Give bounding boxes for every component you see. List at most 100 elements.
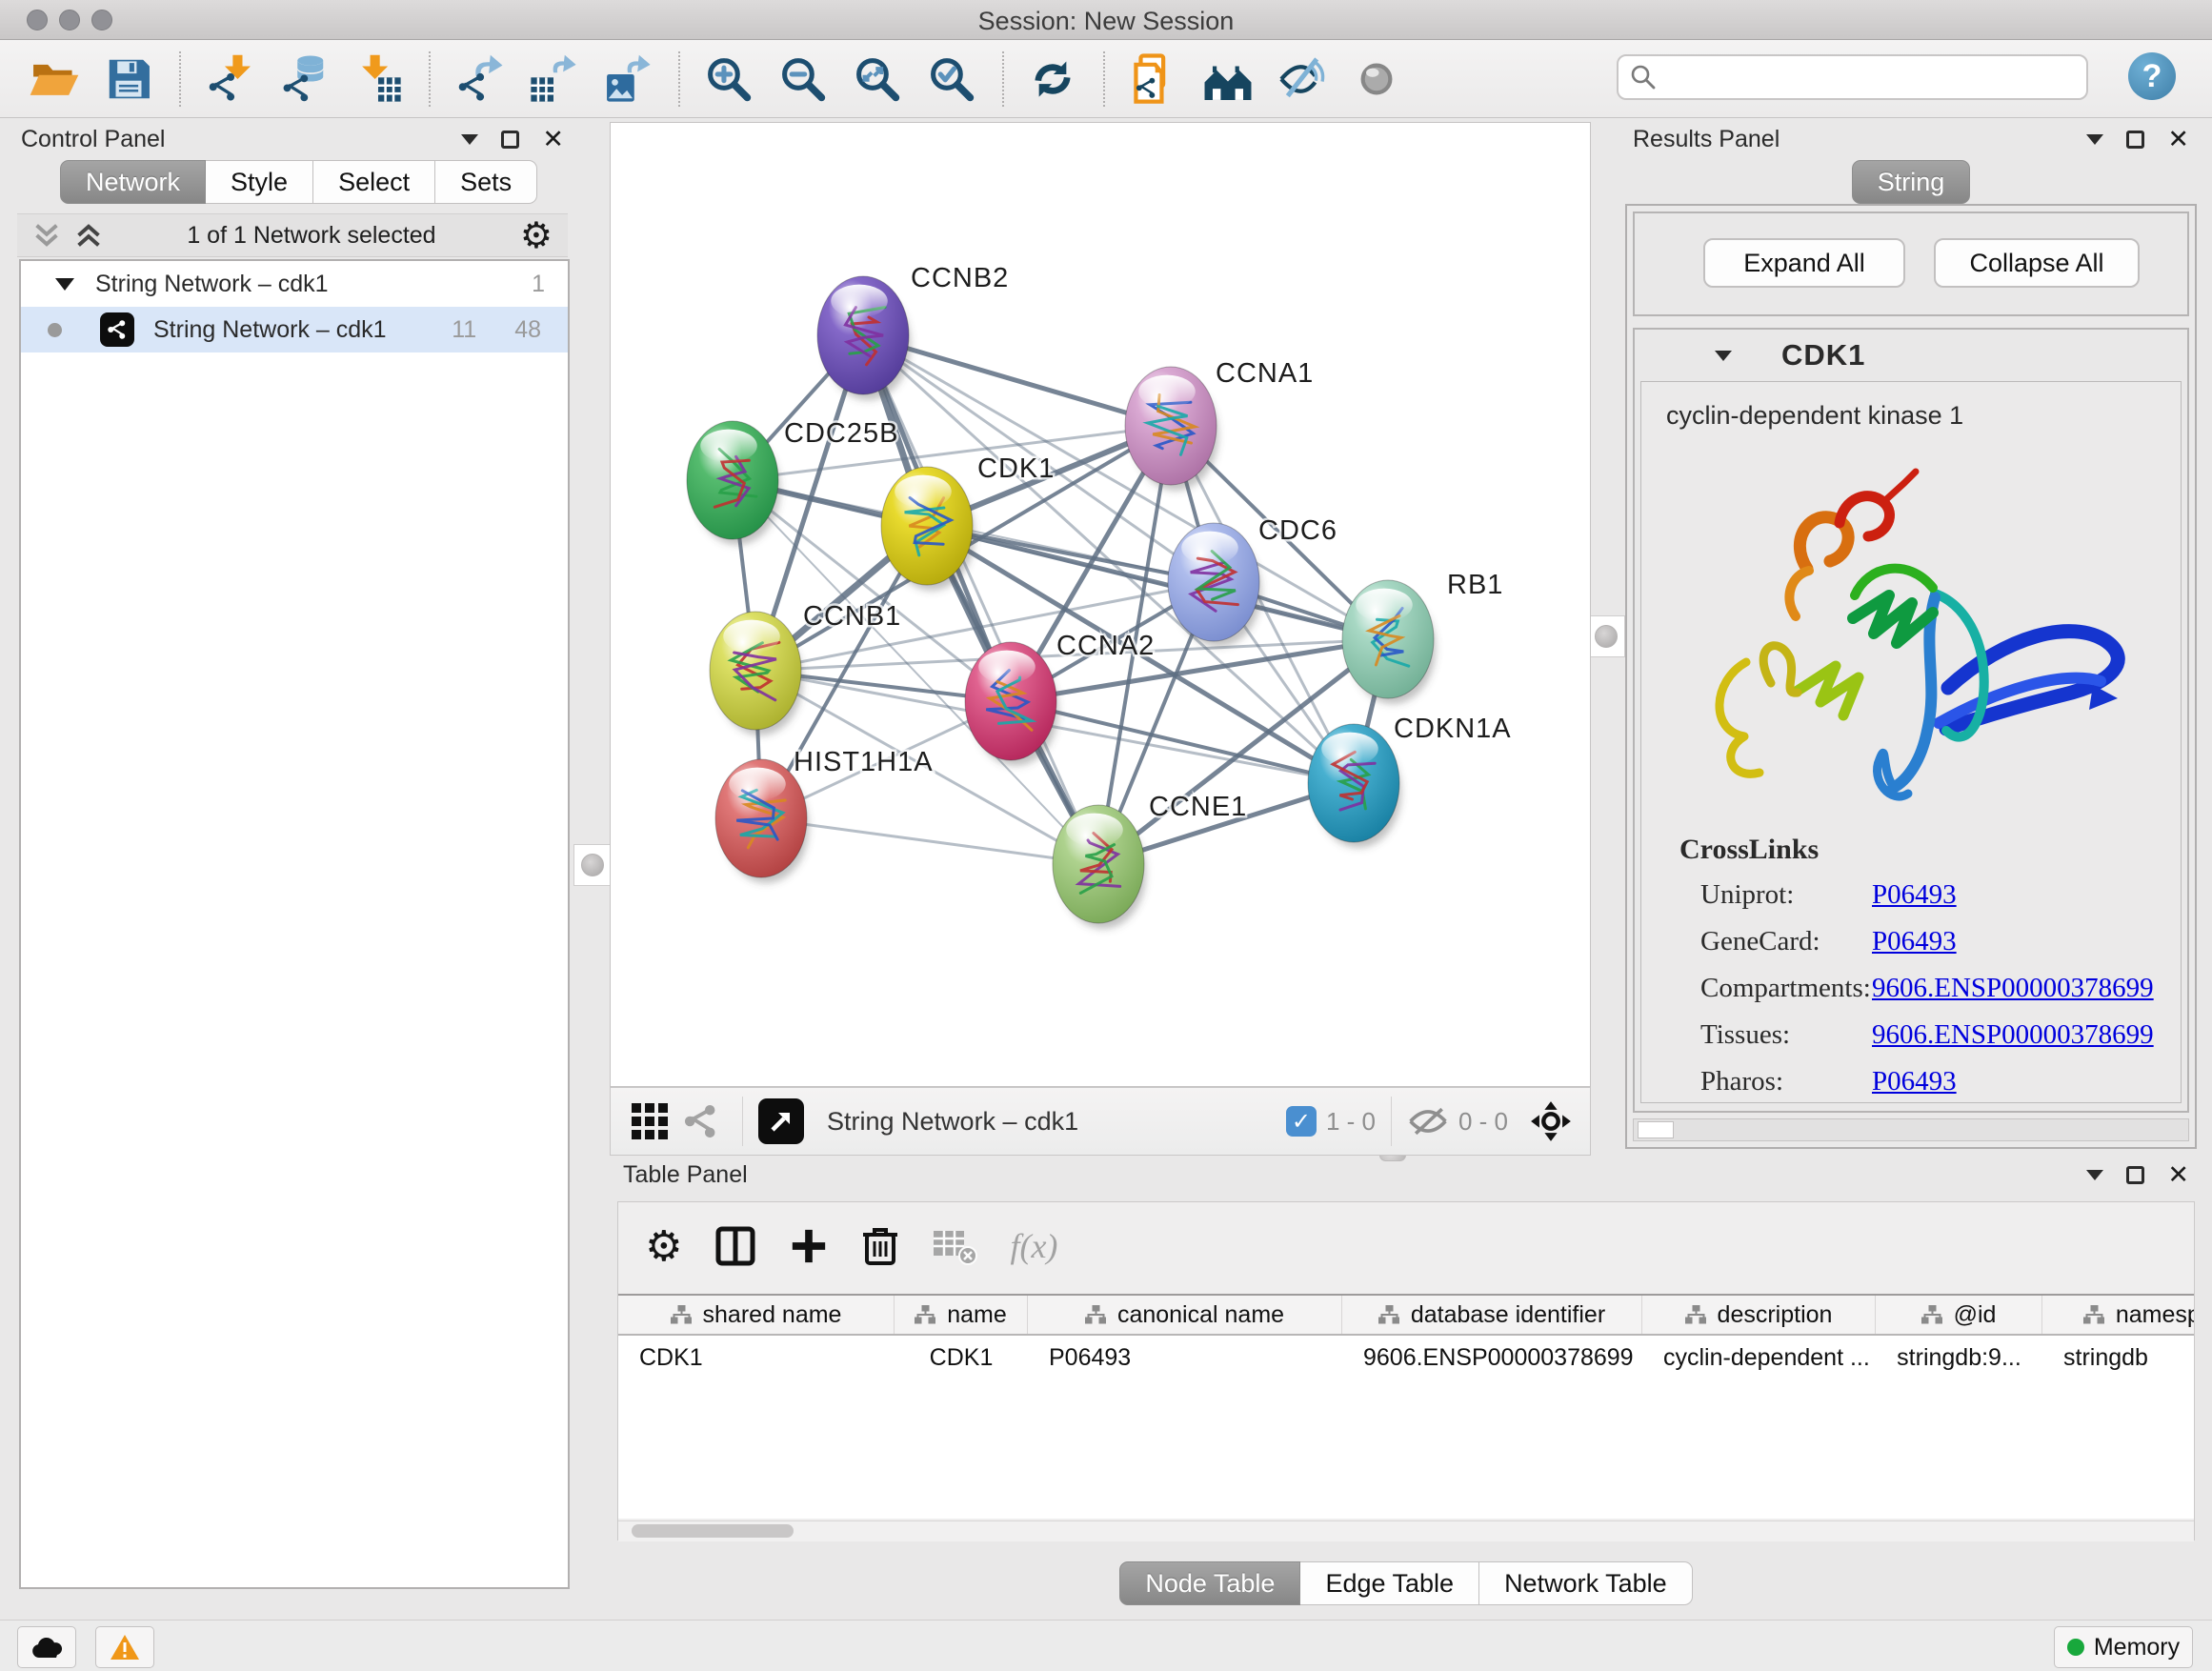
table-scrollbar[interactable] xyxy=(618,1520,2194,1541)
memory-button[interactable]: Memory xyxy=(2054,1626,2193,1668)
zoom-fit-icon[interactable] xyxy=(848,50,907,109)
panel-menu-icon[interactable] xyxy=(2086,1170,2103,1180)
add-column-icon[interactable] xyxy=(789,1226,829,1266)
export-view-icon[interactable] xyxy=(758,1098,804,1144)
cell-canonicalname[interactable]: P06493 xyxy=(1028,1344,1342,1372)
export-table-icon[interactable] xyxy=(524,50,583,109)
panel-float-icon[interactable] xyxy=(501,131,519,149)
crosslink-link[interactable]: 9606.ENSP00000378699 xyxy=(1872,1019,2154,1051)
table-row[interactable]: CDK1CDK1P064939606.ENSP00000378699cyclin… xyxy=(618,1336,2194,1379)
panel-float-icon[interactable] xyxy=(2126,1166,2144,1184)
delete-column-icon[interactable] xyxy=(861,1225,899,1267)
network-node-CCNA2[interactable] xyxy=(965,642,1058,766)
collapse-all-icon[interactable] xyxy=(32,221,61,250)
network-edge[interactable] xyxy=(761,818,1098,864)
tab-sets[interactable]: Sets xyxy=(435,160,537,204)
network-edge[interactable] xyxy=(1011,701,1354,783)
column-header-name[interactable]: name xyxy=(895,1296,1028,1334)
show-eye-icon[interactable] xyxy=(1347,50,1406,109)
home-icon[interactable] xyxy=(1198,50,1257,109)
panel-menu-icon[interactable] xyxy=(461,134,478,145)
import-network-icon[interactable] xyxy=(200,50,259,109)
left-splitter-grip[interactable] xyxy=(573,844,612,886)
cell-namespace[interactable]: stringdb xyxy=(2042,1344,2194,1372)
search-box[interactable] xyxy=(1617,54,2088,100)
network-node-CDK1[interactable] xyxy=(881,467,975,591)
network-node-CCNB1[interactable] xyxy=(710,612,803,735)
network-edge[interactable] xyxy=(863,335,1098,864)
tab-string[interactable]: String xyxy=(1852,160,1971,204)
collapse-all-button[interactable]: Collapse All xyxy=(1934,238,2140,288)
panel-close-icon[interactable]: ✕ xyxy=(2167,1162,2189,1188)
open-file-icon[interactable] xyxy=(25,50,84,109)
refresh-icon[interactable] xyxy=(1023,50,1082,109)
cell-sharedname[interactable]: CDK1 xyxy=(618,1344,895,1372)
column-header-id[interactable]: @id xyxy=(1876,1296,2042,1334)
selected-checkbox-icon[interactable]: ✓ xyxy=(1286,1106,1317,1137)
birds-eye-view-icon[interactable] xyxy=(624,1096,675,1147)
import-table-icon[interactable] xyxy=(349,50,408,109)
network-node-CCNA1[interactable] xyxy=(1125,367,1218,491)
zoom-selected-icon[interactable] xyxy=(922,50,981,109)
column-header-canonicalname[interactable]: canonical name xyxy=(1028,1296,1342,1334)
network-row[interactable]: String Network – cdk1 11 48 xyxy=(21,307,568,352)
save-session-icon[interactable] xyxy=(99,50,158,109)
cell-name[interactable]: CDK1 xyxy=(895,1344,1028,1372)
entry-collapse-icon[interactable] xyxy=(1715,351,1732,361)
crosslink-link[interactable]: P06493 xyxy=(1872,1066,1957,1097)
search-input[interactable] xyxy=(1657,64,2057,91)
table-gear-icon[interactable]: ⚙ xyxy=(645,1222,682,1271)
tab-network[interactable]: Network xyxy=(60,160,206,204)
pan-crosshair-icon[interactable] xyxy=(1525,1096,1577,1147)
crosslink-link[interactable]: 9606.ENSP00000378699 xyxy=(1872,973,2154,1004)
warning-icon[interactable] xyxy=(95,1626,154,1668)
show-columns-icon[interactable] xyxy=(714,1225,756,1267)
column-header-sharedname[interactable]: shared name xyxy=(618,1296,895,1334)
cell-description[interactable]: cyclin-dependent ... xyxy=(1642,1344,1876,1372)
crosslink-link[interactable]: P06493 xyxy=(1872,926,1957,957)
column-header-namespace[interactable]: namespace xyxy=(2042,1296,2194,1334)
network-share-icon[interactable] xyxy=(675,1096,727,1147)
zoom-out-icon[interactable] xyxy=(774,50,833,109)
tab-style[interactable]: Style xyxy=(206,160,313,204)
table-panel-header: Table Panel ✕ xyxy=(610,1158,2202,1192)
network-node-CCNE1[interactable] xyxy=(1053,805,1146,929)
column-header-databaseidentifier[interactable]: database identifier xyxy=(1342,1296,1642,1334)
cloud-icon[interactable] xyxy=(17,1626,76,1668)
help-icon[interactable]: ? xyxy=(2128,52,2176,100)
tab-network-table[interactable]: Network Table xyxy=(1479,1561,1693,1605)
results-scrollbar[interactable] xyxy=(1633,1118,2189,1141)
crosslink-link[interactable]: P06493 xyxy=(1872,879,1957,911)
cell-databaseidentifier[interactable]: 9606.ENSP00000378699 xyxy=(1342,1344,1642,1372)
network-node-CDKN1A[interactable] xyxy=(1308,724,1401,848)
network-node-CDC6[interactable] xyxy=(1168,523,1261,647)
panel-float-icon[interactable] xyxy=(2126,131,2144,149)
import-database-icon[interactable] xyxy=(274,50,333,109)
network-node-CCNB2[interactable] xyxy=(817,276,911,400)
tab-edge-table[interactable]: Edge Table xyxy=(1300,1561,1479,1605)
network-collection-row[interactable]: String Network – cdk1 1 xyxy=(21,261,568,307)
network-node-CDC25B[interactable] xyxy=(687,421,780,545)
panel-close-icon[interactable]: ✕ xyxy=(2167,127,2189,152)
network-node-RB1[interactable] xyxy=(1342,580,1436,704)
search-icon xyxy=(1630,64,1657,91)
network-canvas[interactable]: CCNB2CCNA1CDC25BCDK1CDC6RB1CCNB1CCNA2CDK… xyxy=(610,122,1591,1087)
tab-select[interactable]: Select xyxy=(313,160,435,204)
zoom-in-icon[interactable] xyxy=(699,50,758,109)
network-node-HIST1H1A[interactable] xyxy=(715,759,809,883)
cell-id[interactable]: stringdb:9... xyxy=(1876,1344,2042,1372)
column-header-description[interactable]: description xyxy=(1642,1296,1876,1334)
hide-eye-icon[interactable] xyxy=(1273,50,1332,109)
expand-all-icon[interactable] xyxy=(74,221,103,250)
expand-all-button[interactable]: Expand All xyxy=(1703,238,1905,288)
export-network-icon[interactable] xyxy=(450,50,509,109)
tree-expand-icon[interactable] xyxy=(55,278,74,291)
tab-node-table[interactable]: Node Table xyxy=(1119,1561,1300,1605)
clone-network-icon[interactable] xyxy=(1124,50,1183,109)
panel-close-icon[interactable]: ✕ xyxy=(542,127,564,152)
gene-entry-header[interactable]: CDK1 xyxy=(1635,330,2187,381)
gear-icon[interactable]: ⚙ xyxy=(520,214,553,257)
table-panel: Table Panel ✕ ⚙ xyxy=(610,1158,2202,1607)
export-image-icon[interactable] xyxy=(598,50,657,109)
panel-menu-icon[interactable] xyxy=(2086,134,2103,145)
